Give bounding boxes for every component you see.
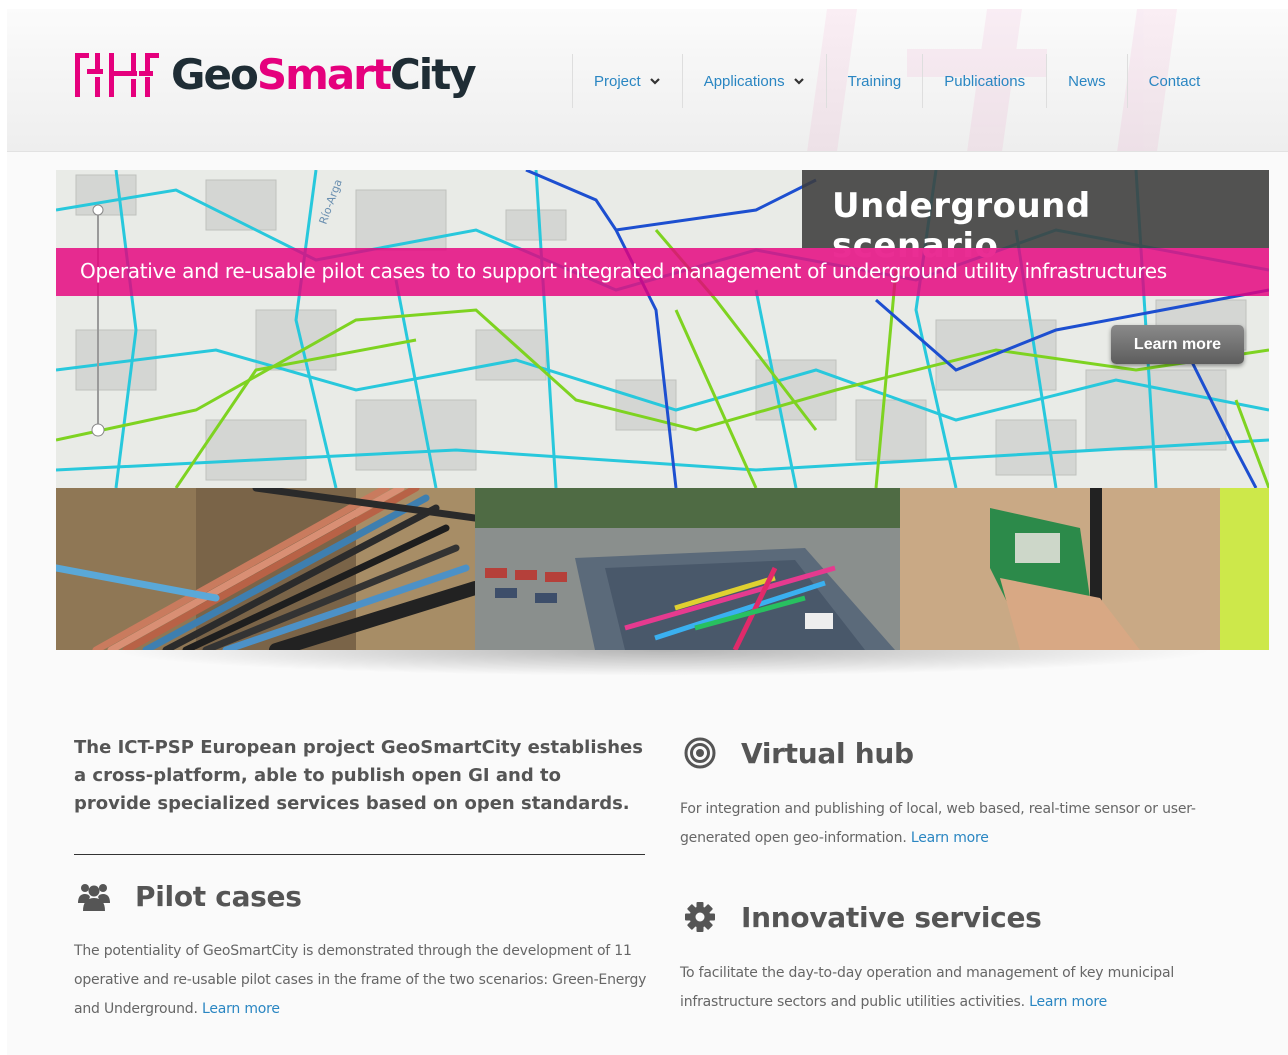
pilot-cases-text: The potentiality of GeoSmartCity is demo… (74, 943, 647, 1017)
slide-title-box: Underground scenario (802, 170, 1269, 266)
page: GeoSmartCity Project Applications Traini… (7, 9, 1288, 1055)
chevron-down-icon (793, 78, 804, 85)
nav-item-project[interactable]: Project (572, 54, 682, 108)
logo-mark-icon (75, 53, 159, 97)
slide-subtitle: Operative and re-usable pilot cases to t… (80, 259, 1167, 283)
nav-item-label: Publications (944, 72, 1026, 90)
nav-item-label: Training (847, 72, 902, 90)
cables-trench-photo (56, 488, 475, 650)
photo-strip (56, 488, 1269, 650)
nav-item-label: Contact (1148, 72, 1201, 90)
virtual-hub-text-block: For integration and publishing of local,… (680, 795, 1220, 853)
site-logo[interactable]: GeoSmartCity (73, 49, 477, 101)
nav-item-label: News (1068, 72, 1106, 90)
pilot-cases-text-block: The potentiality of GeoSmartCity is demo… (74, 937, 654, 1024)
nav-item-contact[interactable]: Contact (1126, 54, 1222, 108)
pilot-cases-learn-more-link[interactable]: Learn more (202, 1001, 280, 1017)
gps-device-photo (900, 488, 1269, 650)
nav-item-news[interactable]: News (1046, 54, 1127, 108)
innovative-services-heading: Innovative services (683, 900, 1042, 934)
virtual-hub-heading: Virtual hub (683, 736, 914, 770)
nav-item-publications[interactable]: Publications (922, 54, 1046, 108)
virtual-hub-learn-more-link[interactable]: Learn more (911, 830, 989, 846)
gear-icon (685, 902, 715, 932)
main-nav: Project Applications Training Publicatio… (572, 54, 1221, 108)
section-divider (74, 854, 645, 855)
innovative-services-learn-more-link[interactable]: Learn more (1029, 994, 1107, 1010)
pilot-cases-heading: Pilot cases (77, 879, 302, 913)
logo-wordmark: GeoSmartCity (171, 50, 477, 99)
nav-item-label: Applications (703, 72, 785, 90)
slide-subtitle-band: Operative and re-usable pilot cases to t… (56, 248, 1269, 296)
innovative-services-title: Innovative services (741, 900, 1042, 934)
site-header: GeoSmartCity Project Applications Traini… (7, 9, 1288, 152)
chevron-down-icon (649, 78, 660, 85)
nav-item-applications[interactable]: Applications (681, 54, 826, 108)
slider-shadow (107, 650, 1217, 676)
users-icon (78, 884, 110, 911)
pilot-cases-title: Pilot cases (135, 879, 302, 913)
underground-3d-view-photo (475, 488, 900, 650)
target-icon (684, 737, 716, 769)
intro-text: The ICT-PSP European project GeoSmartCit… (74, 737, 643, 814)
nav-item-training[interactable]: Training (825, 54, 923, 108)
hero-slider: Río-Arga Underground scenario Operative … (56, 170, 1269, 488)
slide-learn-more-button[interactable]: Learn more (1111, 325, 1244, 364)
virtual-hub-title: Virtual hub (741, 736, 914, 770)
innovative-services-text-block: To facilitate the day-to-day operation a… (680, 959, 1220, 1017)
nav-item-label: Project (594, 72, 641, 90)
